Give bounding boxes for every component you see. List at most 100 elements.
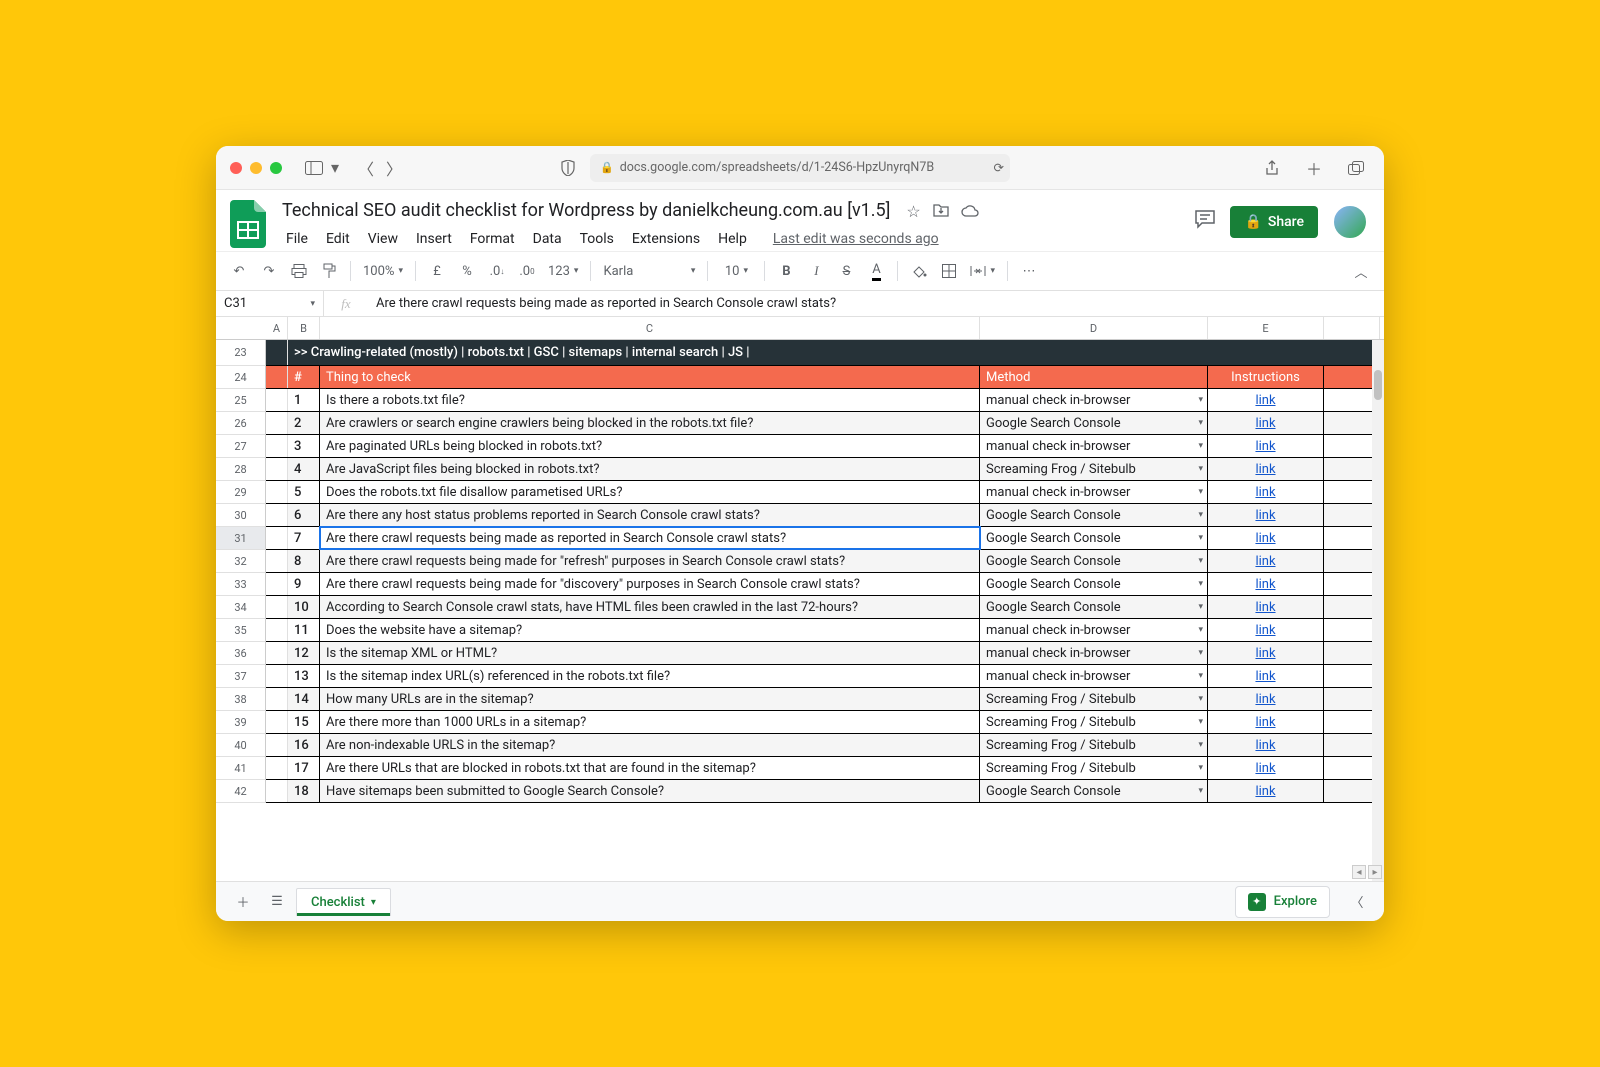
instructions-link[interactable]: link [1255,393,1275,408]
dropdown-icon[interactable]: ▾ [1198,533,1203,543]
dropdown-icon[interactable]: ▾ [1198,648,1203,658]
col-header[interactable]: B [288,317,320,339]
explore-button[interactable]: ✦ Explore [1235,886,1330,918]
cell[interactable]: Google Search Console▾ [980,596,1208,618]
menu-help[interactable]: Help [710,227,755,251]
row-header[interactable]: 29 [216,481,266,504]
cell[interactable]: According to Search Console crawl stats,… [320,596,980,618]
row-header[interactable]: 32 [216,550,266,573]
cell[interactable]: Are crawlers or search engine crawlers b… [320,412,980,434]
cell[interactable]: Google Search Console▾ [980,573,1208,595]
cell[interactable]: manual check in-browser▾ [980,665,1208,687]
dropdown-icon[interactable]: ▾ [1198,740,1203,750]
cell[interactable]: manual check in-browser▾ [980,435,1208,457]
merge-button[interactable] [966,258,999,284]
row-header[interactable]: 41 [216,757,266,780]
instructions-link[interactable]: link [1255,416,1275,431]
row-header[interactable]: 34 [216,596,266,619]
cell[interactable]: 18 [288,780,320,802]
cell[interactable]: Are JavaScript files being blocked in ro… [320,458,980,480]
bold-button[interactable]: B [773,258,799,284]
redo-button[interactable]: ↷ [256,258,282,284]
col-header[interactable]: D [980,317,1208,339]
font-size-select[interactable]: 10 [716,258,756,284]
strikethrough-button[interactable]: S [833,258,859,284]
percent-button[interactable]: % [454,258,480,284]
cell[interactable]: 13 [288,665,320,687]
add-sheet-button[interactable]: ＋ [228,887,258,917]
cell[interactable]: link [1208,504,1324,526]
menu-file[interactable]: File [278,227,316,251]
instructions-link[interactable]: link [1255,623,1275,638]
cell[interactable]: Is the sitemap XML or HTML? [320,642,980,664]
sheets-logo-icon[interactable] [228,198,268,250]
forward-button[interactable]: 〉 [380,156,408,180]
cell[interactable]: link [1208,596,1324,618]
dropdown-icon[interactable]: ▾ [1198,763,1203,773]
cell[interactable]: Are there crawl requests being made as r… [320,527,980,549]
dropdown-icon[interactable]: ▾ [1198,625,1203,635]
cell[interactable]: Thing to check [320,366,980,388]
cell[interactable]: 15 [288,711,320,733]
cell[interactable]: Screaming Frog / Sitebulb▾ [980,458,1208,480]
collapse-toolbar-button[interactable]: ︿ [1348,258,1374,284]
cell[interactable]: Google Search Console▾ [980,504,1208,526]
cell[interactable]: link [1208,619,1324,641]
row-header[interactable]: 36 [216,642,266,665]
italic-button[interactable]: I [803,258,829,284]
maximize-window-button[interactable] [270,162,282,174]
cell[interactable]: manual check in-browser▾ [980,619,1208,641]
dropdown-icon[interactable]: ▾ [1198,464,1203,474]
cell[interactable]: link [1208,412,1324,434]
cell[interactable]: Google Search Console▾ [980,527,1208,549]
dropdown-icon[interactable]: ▾ [1198,694,1203,704]
zoom-select[interactable]: 100% [359,258,407,284]
row-header[interactable]: 39 [216,711,266,734]
cell[interactable]: 7 [288,527,320,549]
all-sheets-button[interactable]: ☰ [262,887,292,917]
shield-icon[interactable] [554,156,582,180]
sidebar-icon[interactable] [300,156,328,180]
cell[interactable]: 8 [288,550,320,572]
cloud-saved-icon[interactable] [961,202,979,221]
cell[interactable]: Google Search Console▾ [980,550,1208,572]
instructions-link[interactable]: link [1255,692,1275,707]
col-header[interactable]: A [266,317,288,339]
dropdown-icon[interactable]: ▾ [1198,418,1203,428]
share-icon[interactable] [1258,156,1286,180]
menu-format[interactable]: Format [462,227,523,251]
cell[interactable]: Method [980,366,1208,388]
share-button[interactable]: 🔒 Share [1230,206,1318,238]
paint-format-button[interactable] [316,258,342,284]
cell[interactable]: link [1208,573,1324,595]
cell[interactable]: manual check in-browser▾ [980,642,1208,664]
sheet-tab[interactable]: Checklist ▾ [296,888,391,916]
cell[interactable]: Are there crawl requests being made for … [320,573,980,595]
text-color-button[interactable]: A [863,258,889,284]
font-select[interactable]: Karla [599,258,699,284]
dropdown-icon[interactable]: ▾ [1198,556,1203,566]
cell[interactable]: link [1208,757,1324,779]
back-button[interactable]: 〈 [352,156,380,180]
horizontal-scroll-buttons[interactable]: ◂▸ [1352,865,1382,879]
cell[interactable]: 3 [288,435,320,457]
dropdown-icon[interactable]: ▾ [1198,510,1203,520]
undo-button[interactable]: ↶ [226,258,252,284]
row-header[interactable]: 40 [216,734,266,757]
dropdown-icon[interactable]: ▾ [1198,441,1203,451]
chevron-down-icon[interactable]: ▾ [371,897,376,908]
row-header[interactable]: 33 [216,573,266,596]
cell[interactable]: Does the website have a sitemap? [320,619,980,641]
cell[interactable]: How many URLs are in the sitemap? [320,688,980,710]
instructions-link[interactable]: link [1255,531,1275,546]
cell[interactable]: Screaming Frog / Sitebulb▾ [980,757,1208,779]
row-header[interactable]: 30 [216,504,266,527]
cell[interactable]: link [1208,435,1324,457]
vertical-scrollbar[interactable] [1372,340,1384,881]
cell[interactable]: link [1208,481,1324,503]
account-avatar[interactable] [1332,204,1368,240]
decrease-decimal-button[interactable]: .0↓ [484,258,510,284]
instructions-link[interactable]: link [1255,738,1275,753]
cell[interactable]: Does the robots.txt file disallow parame… [320,481,980,503]
address-bar[interactable]: 🔒 docs.google.com/spreadsheets/d/1-24S6-… [590,154,1010,182]
